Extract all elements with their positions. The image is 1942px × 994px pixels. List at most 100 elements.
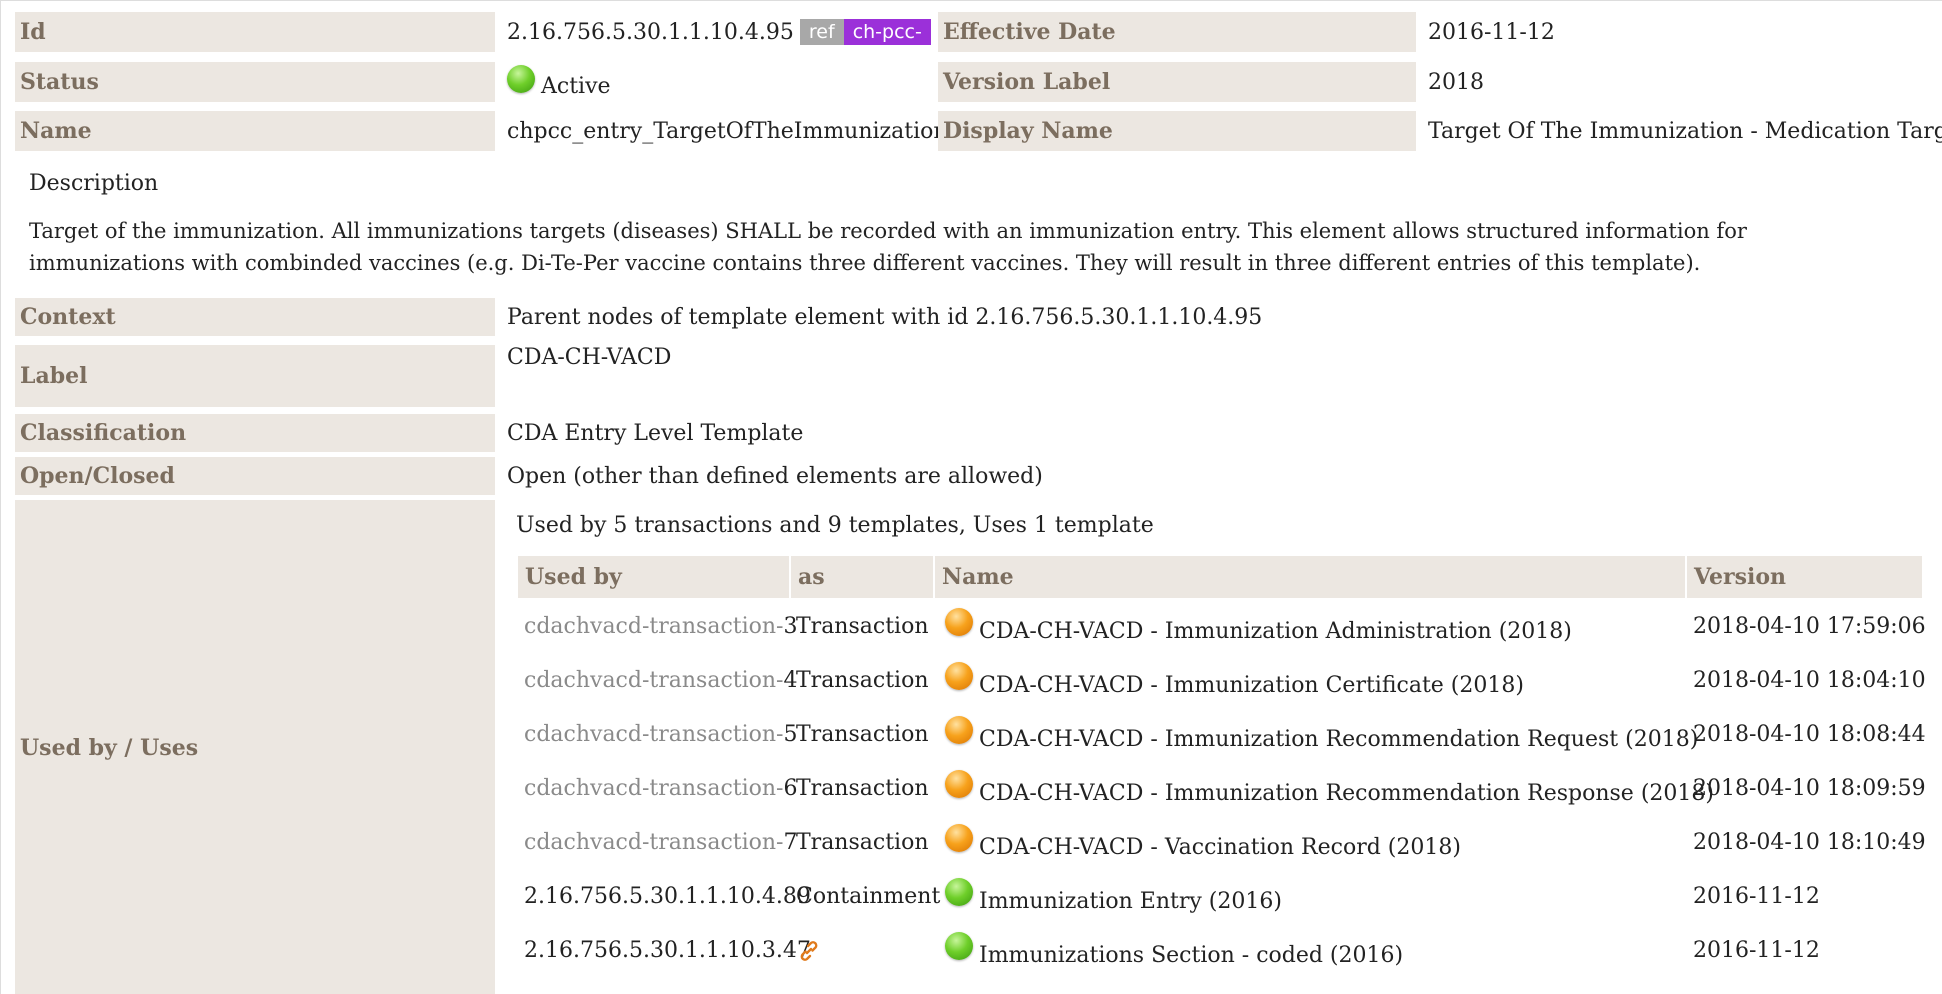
usage-used-by-prefix[interactable]: cdachvacd-transaction- — [524, 668, 784, 693]
status-draft-icon — [945, 824, 973, 852]
status-active-icon — [507, 65, 535, 93]
ref-badge[interactable]: ref — [799, 19, 844, 45]
status-label: Status — [15, 62, 495, 102]
col-header-name: Name — [935, 556, 1685, 598]
usage-used-by[interactable]: cdachvacd-transaction-7 — [524, 830, 798, 855]
usage-as-text: Transaction — [796, 722, 929, 747]
usage-name[interactable]: Immunizations Section - coded (2016) — [945, 932, 1403, 968]
col-header-used-by-text: Used by — [525, 564, 622, 590]
usage-summary: Used by 5 transactions and 9 templates, … — [516, 513, 1154, 538]
usage-name-text[interactable]: CDA-CH-VACD - Immunization Recommendatio… — [979, 727, 1698, 752]
col-header-as-text: as — [798, 564, 825, 590]
id-label: Id — [15, 12, 495, 52]
usage-used-by[interactable]: 2.16.756.5.30.1.1.10.3.47 — [524, 938, 811, 963]
usage-name-text[interactable]: Immunization Entry (2016) — [979, 889, 1282, 914]
usage-as-text: Transaction — [796, 668, 929, 693]
usage-as-text: Transaction — [796, 614, 929, 639]
usage-name[interactable]: Immunization Entry (2016) — [945, 878, 1282, 914]
col-header-name-text: Name — [942, 564, 1014, 590]
label-value-text: CDA-CH-VACD — [507, 345, 672, 370]
context-label: Context — [15, 298, 495, 336]
usage-version: 2018-04-10 18:10:49 — [1693, 830, 1926, 855]
usage-used-by[interactable]: cdachvacd-transaction-6 — [524, 776, 798, 801]
status-draft-icon — [945, 662, 973, 690]
display-name-label-text: Display Name — [943, 118, 1113, 144]
version-label-value-text: 2018 — [1428, 69, 1484, 95]
usage-name-text[interactable]: CDA-CH-VACD - Immunization Recommendatio… — [979, 781, 1714, 806]
col-header-as: as — [791, 556, 933, 598]
usage-used-by-prefix[interactable]: cdachvacd-transaction- — [524, 830, 784, 855]
status-value: Active — [497, 62, 935, 102]
status-active-icon — [945, 878, 973, 906]
label-label: Label — [15, 345, 495, 407]
status-draft-icon — [945, 608, 973, 636]
usage-as: Transaction — [796, 668, 929, 693]
name-value: chpcc_entry_TargetOfTheImmunization — [497, 111, 948, 151]
usage-version: 2018-04-10 17:59:06 — [1693, 614, 1926, 639]
id-value-text[interactable]: 2.16.756.5.30.1.1.10.4.95 — [507, 20, 794, 45]
template-detail-page: Id 2.16.756.5.30.1.1.10.4.95 ref ch-pcc- … — [0, 0, 1942, 994]
usage-name-text[interactable]: CDA-CH-VACD - Vaccination Record (2018) — [979, 835, 1461, 860]
link-icon[interactable] — [796, 938, 822, 964]
status-active-icon — [945, 932, 973, 960]
context-label-text: Context — [20, 304, 116, 330]
usage-used-by-prefix[interactable]: cdachvacd-transaction- — [524, 776, 784, 801]
used-by-label: Used by / Uses — [15, 500, 495, 994]
usage-name-text[interactable]: CDA-CH-VACD - Immunization Certificate (… — [979, 673, 1524, 698]
name-label: Name — [15, 111, 495, 151]
usage-used-by-id[interactable]: 2.16.756.5.30.1.1.10.4.89 — [524, 884, 811, 909]
usage-name[interactable]: CDA-CH-VACD - Immunization Recommendatio… — [945, 770, 1714, 806]
version-label-label-text: Version Label — [943, 69, 1111, 95]
classification-value-text: CDA Entry Level Template — [507, 420, 804, 446]
status-draft-icon — [945, 770, 973, 798]
context-value: Parent nodes of template element with id… — [497, 298, 1897, 336]
used-by-label-text: Used by / Uses — [20, 734, 199, 761]
usage-version: 2018-04-10 18:08:44 — [1693, 722, 1926, 747]
col-header-version-text: Version — [1694, 564, 1787, 590]
usage-name[interactable]: CDA-CH-VACD - Immunization Administratio… — [945, 608, 1572, 644]
classification-value: CDA Entry Level Template — [497, 414, 1297, 452]
usage-name-text[interactable]: CDA-CH-VACD - Immunization Administratio… — [979, 619, 1572, 644]
status-draft-icon — [945, 716, 973, 744]
col-header-used-by: Used by — [518, 556, 789, 598]
open-closed-label: Open/Closed — [15, 457, 495, 495]
effective-date-label: Effective Date — [938, 12, 1416, 52]
display-name-value: Target Of The Immunization - Medication … — [1418, 111, 1942, 151]
usage-used-by[interactable]: cdachvacd-transaction-4 — [524, 668, 798, 693]
usage-name[interactable]: CDA-CH-VACD - Immunization Certificate (… — [945, 662, 1524, 698]
usage-name-text[interactable]: Immunizations Section - coded (2016) — [979, 943, 1403, 968]
name-value-text: chpcc_entry_TargetOfTheImmunization — [507, 118, 948, 144]
usage-version: 2016-11-12 — [1693, 938, 1820, 963]
effective-date-label-text: Effective Date — [943, 19, 1116, 45]
usage-used-by-prefix[interactable]: cdachvacd-transaction- — [524, 722, 784, 747]
prefix-badge[interactable]: ch-pcc- — [843, 19, 931, 45]
usage-used-by[interactable]: 2.16.756.5.30.1.1.10.4.89 — [524, 884, 811, 909]
usage-as — [796, 938, 822, 970]
usage-name[interactable]: CDA-CH-VACD - Vaccination Record (2018) — [945, 824, 1461, 860]
usage-as: Containment — [796, 884, 940, 909]
usage-as-text: Transaction — [796, 830, 929, 855]
usage-as: Transaction — [796, 776, 929, 801]
usage-name[interactable]: CDA-CH-VACD - Immunization Recommendatio… — [945, 716, 1698, 752]
version-label-value: 2018 — [1418, 62, 1918, 102]
label-label-text: Label — [20, 363, 88, 389]
display-name-label: Display Name — [938, 111, 1416, 151]
usage-as-text: Transaction — [796, 776, 929, 801]
col-header-version: Version — [1687, 556, 1922, 598]
context-value-text: Parent nodes of template element with id… — [507, 304, 1263, 330]
id-label-text: Id — [20, 19, 46, 45]
classification-label-text: Classification — [20, 420, 187, 446]
description-text: Target of the immunization. All immuniza… — [29, 219, 1747, 275]
display-name-value-text: Target Of The Immunization - Medication … — [1428, 118, 1942, 144]
version-label-label: Version Label — [938, 62, 1416, 102]
usage-used-by-id[interactable]: 2.16.756.5.30.1.1.10.3.47 — [524, 938, 811, 963]
description-title: Description — [29, 171, 159, 196]
usage-as-text: Containment — [796, 884, 941, 909]
open-closed-value-text: Open (other than defined elements are al… — [507, 463, 1043, 489]
usage-as: Transaction — [796, 830, 929, 855]
usage-used-by[interactable]: cdachvacd-transaction-3 — [524, 614, 798, 639]
usage-version: 2018-04-10 18:09:59 — [1693, 776, 1926, 801]
usage-used-by[interactable]: cdachvacd-transaction-5 — [524, 722, 798, 747]
name-label-text: Name — [20, 118, 92, 144]
usage-used-by-prefix[interactable]: cdachvacd-transaction- — [524, 614, 784, 639]
